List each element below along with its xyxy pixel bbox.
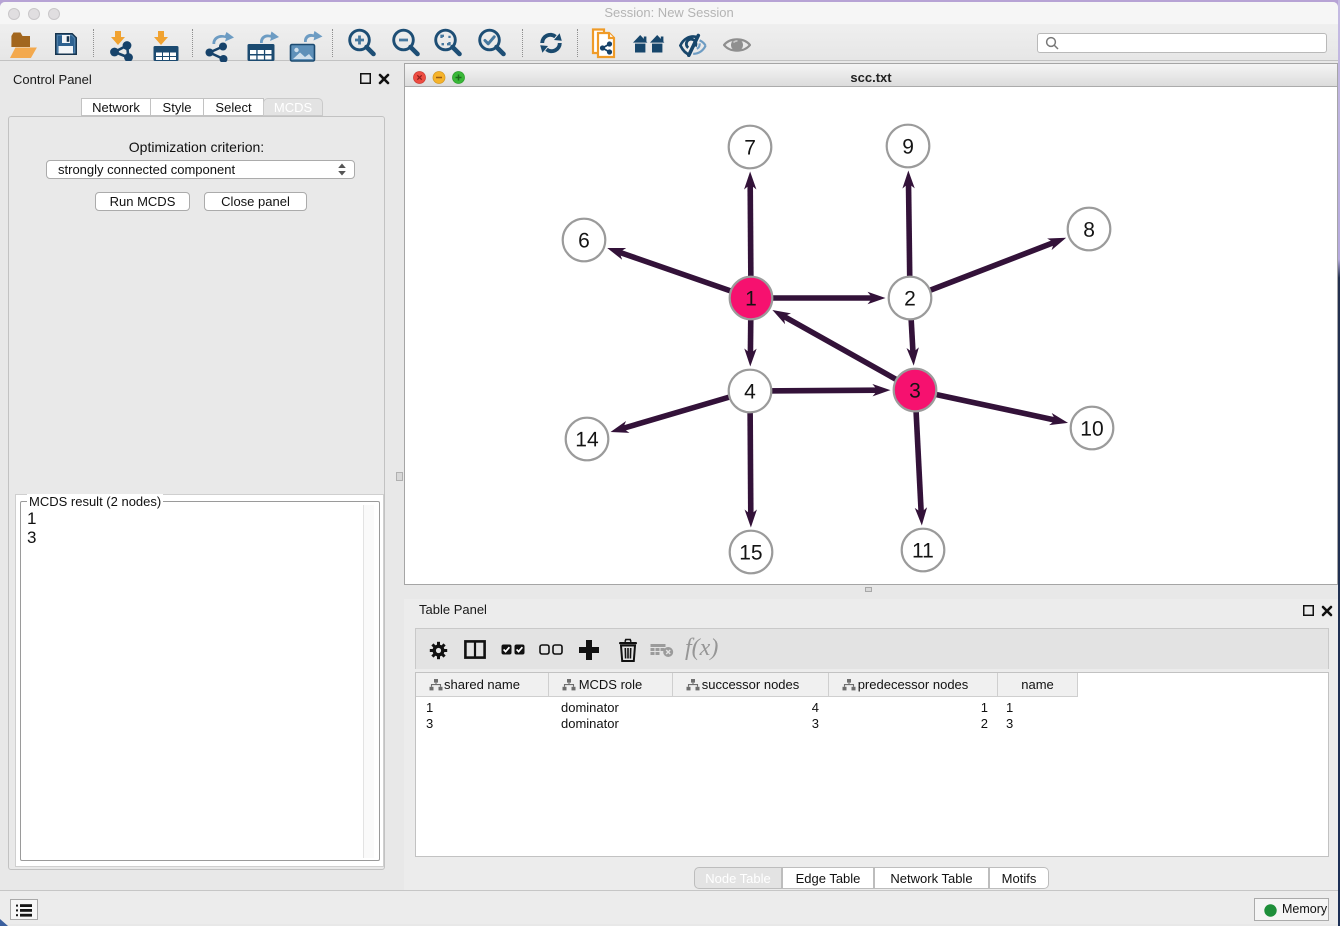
svg-text:4: 4 <box>744 380 756 403</box>
svg-text:3: 3 <box>909 380 921 403</box>
svg-text:8: 8 <box>1083 219 1095 242</box>
svg-text:15: 15 <box>739 541 762 564</box>
svg-text:9: 9 <box>902 136 914 159</box>
svg-text:2: 2 <box>904 288 916 311</box>
svg-text:14: 14 <box>575 428 599 451</box>
svg-text:7: 7 <box>744 136 756 159</box>
svg-text:10: 10 <box>1080 418 1103 441</box>
svg-text:1: 1 <box>745 287 757 310</box>
svg-text:11: 11 <box>912 540 934 563</box>
svg-text:6: 6 <box>578 229 590 252</box>
